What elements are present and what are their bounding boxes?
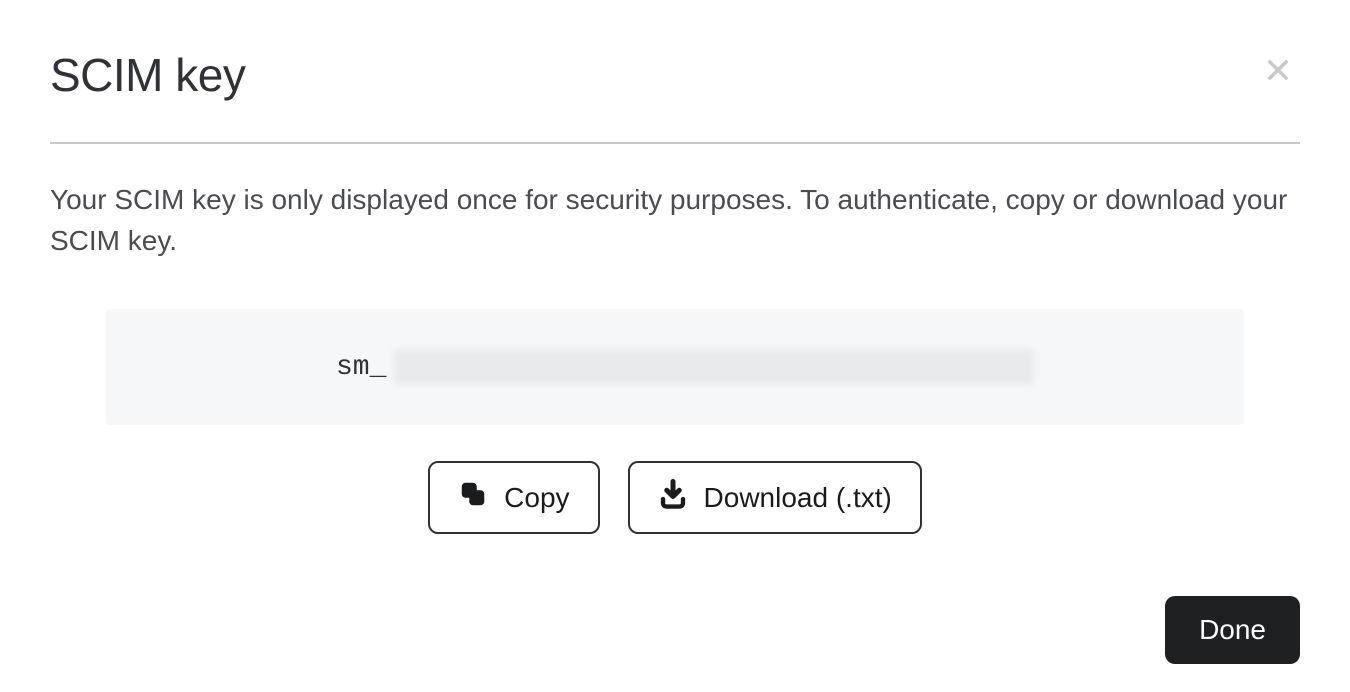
scim-key-dialog: SCIM key Your SCIM key is only displayed…: [0, 0, 1350, 692]
download-button-label: Download (.txt): [704, 482, 892, 514]
copy-button-label: Copy: [504, 482, 569, 514]
scim-key-redacted: [394, 349, 1034, 385]
dialog-title: SCIM key: [50, 48, 245, 102]
scim-key-prefix: sm_: [336, 352, 386, 383]
dialog-header: SCIM key: [50, 48, 1300, 144]
action-row: Copy Download (.txt): [50, 461, 1300, 534]
dialog-footer: Done: [1165, 596, 1300, 664]
done-button[interactable]: Done: [1165, 596, 1300, 664]
download-icon: [658, 479, 688, 516]
close-button[interactable]: [1256, 48, 1300, 95]
copy-button[interactable]: Copy: [428, 461, 599, 534]
dialog-description: Your SCIM key is only displayed once for…: [50, 180, 1300, 261]
close-icon: [1264, 56, 1292, 87]
copy-icon: [458, 479, 488, 516]
scim-key-display: sm_: [106, 309, 1244, 425]
download-button[interactable]: Download (.txt): [628, 461, 922, 534]
